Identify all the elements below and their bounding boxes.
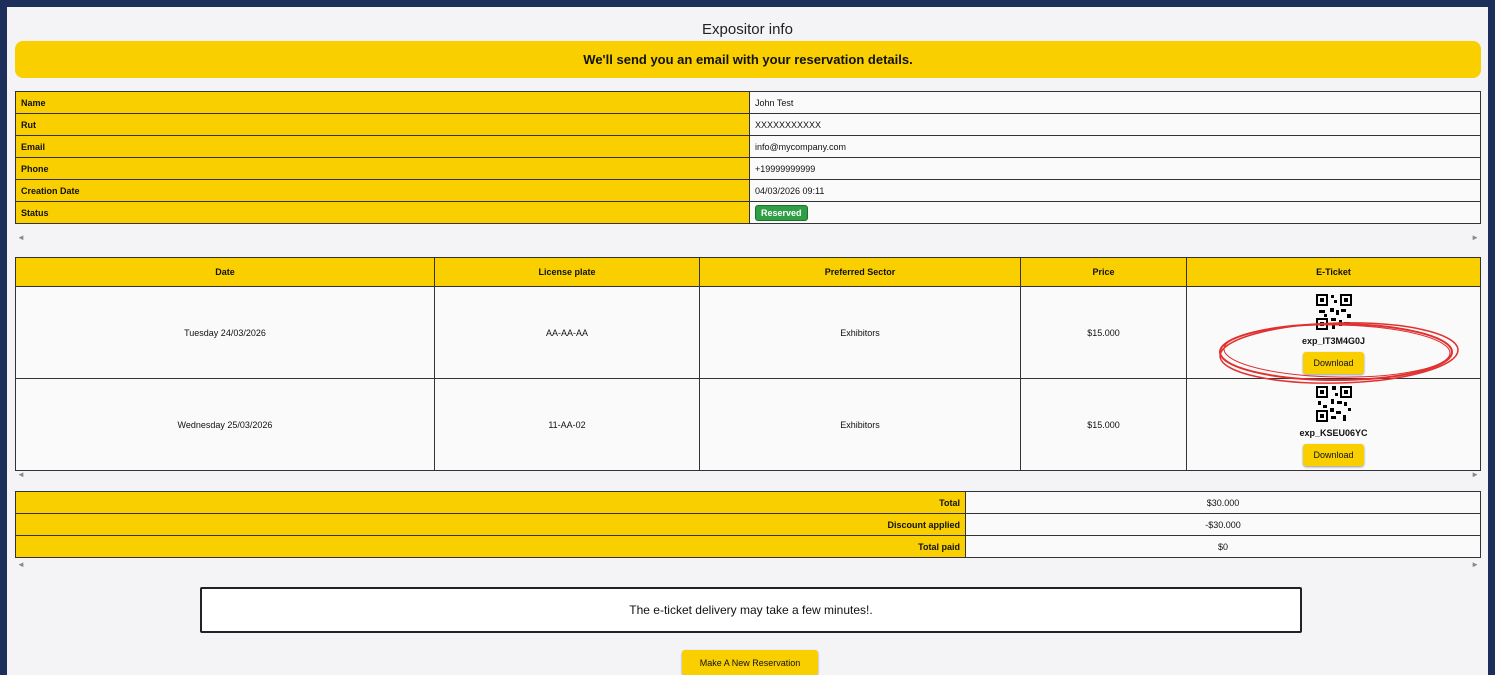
info-key: Phone [15,157,750,180]
totals-key: Total paid [15,535,966,558]
totals-row: Discount applied -$30.000 [15,513,1481,536]
ticket-code: exp_IT3M4G0J [1301,335,1366,346]
info-row: Phone +19999999999 [15,157,1481,180]
totals-table-scrollbar[interactable]: ◄ ► [15,559,1481,571]
ticket-license-plate: AA-AA-AA [434,286,700,379]
scroll-right-arrow-icon[interactable]: ► [1471,560,1479,569]
info-value: XXXXXXXXXXX [749,113,1481,136]
info-key: Status [15,201,750,224]
make-new-reservation-button[interactable]: Make A New Reservation [682,650,818,675]
tickets-table-scrollbar[interactable]: ◄ ► [15,469,1481,481]
ticket-cell: exp_KSEU06YC Download [1186,378,1481,471]
ticket-date: Tuesday 24/03/2026 [15,286,435,379]
scroll-left-arrow-icon[interactable]: ◄ [17,560,25,569]
info-row: Email info@mycompany.com [15,135,1481,158]
totals-value: -$30.000 [965,513,1481,536]
delivery-note: The e-ticket delivery may take a few min… [200,587,1302,633]
info-key: Name [15,91,750,114]
scroll-left-arrow-icon[interactable]: ◄ [17,470,25,479]
ticket-date: Wednesday 25/03/2026 [15,378,435,471]
totals-value: $0 [965,535,1481,558]
qr-code-icon [1313,291,1354,332]
info-table-scrollbar[interactable]: ◄ ► [15,232,1481,244]
ticket-sector: Exhibitors [699,286,1021,379]
column-header-preferred-sector: Preferred Sector [699,257,1021,287]
column-header-price: Price [1020,257,1187,287]
info-key: Rut [15,113,750,136]
totals-row: Total $30.000 [15,491,1481,514]
info-row: Creation Date 04/03/2026 09:11 [15,179,1481,202]
ticket-code: exp_KSEU06YC [1299,427,1368,438]
ticket-sector: Exhibitors [699,378,1021,471]
status-badge: Reserved [755,204,808,221]
info-value: +19999999999 [749,157,1481,180]
info-key: Creation Date [15,179,750,202]
scroll-left-arrow-icon[interactable]: ◄ [17,233,25,242]
column-header-date: Date [15,257,435,287]
table-row: Tuesday 24/03/2026 AA-AA-AA Exhibitors $… [15,286,1481,379]
info-value: 04/03/2026 09:11 [749,179,1481,202]
ticket-price: $15.000 [1020,378,1187,471]
info-row: Rut XXXXXXXXXXX [15,113,1481,136]
scroll-right-arrow-icon[interactable]: ► [1471,470,1479,479]
info-value: John Test [749,91,1481,114]
column-header-license-plate: License plate [434,257,700,287]
notification-banner: We'll send you an email with your reserv… [15,41,1481,78]
info-row: Name John Test [15,91,1481,114]
ticket-cell: exp_IT3M4G0J Download [1186,286,1481,379]
download-ticket-button[interactable]: Download [1303,443,1364,466]
info-row: Status Reserved [15,201,1481,224]
scroll-right-arrow-icon[interactable]: ► [1471,233,1479,242]
info-value: info@mycompany.com [749,135,1481,158]
info-key: Email [15,135,750,158]
totals-row: Total paid $0 [15,535,1481,558]
totals-key: Discount applied [15,513,966,536]
reservation-panel: Expositor info We'll send you an email w… [7,7,1488,675]
qr-code-icon [1313,383,1354,424]
ticket-license-plate: 11-AA-02 [434,378,700,471]
totals-table: Total $30.000 Discount applied -$30.000 … [15,491,1481,558]
download-ticket-button[interactable]: Download [1303,351,1364,374]
tickets-header-row: Date License plate Preferred Sector Pric… [15,257,1481,287]
expositor-info-table: Name John Test Rut XXXXXXXXXXX Email inf… [15,91,1481,224]
totals-key: Total [15,491,966,514]
page-title: Expositor info [702,21,793,38]
totals-value: $30.000 [965,491,1481,514]
column-header-e-ticket: E-Ticket [1186,257,1481,287]
ticket-price: $15.000 [1020,286,1187,379]
tickets-table: Date License plate Preferred Sector Pric… [15,257,1481,471]
table-row: Wednesday 25/03/2026 11-AA-02 Exhibitors… [15,378,1481,471]
info-value: Reserved [749,201,1481,224]
